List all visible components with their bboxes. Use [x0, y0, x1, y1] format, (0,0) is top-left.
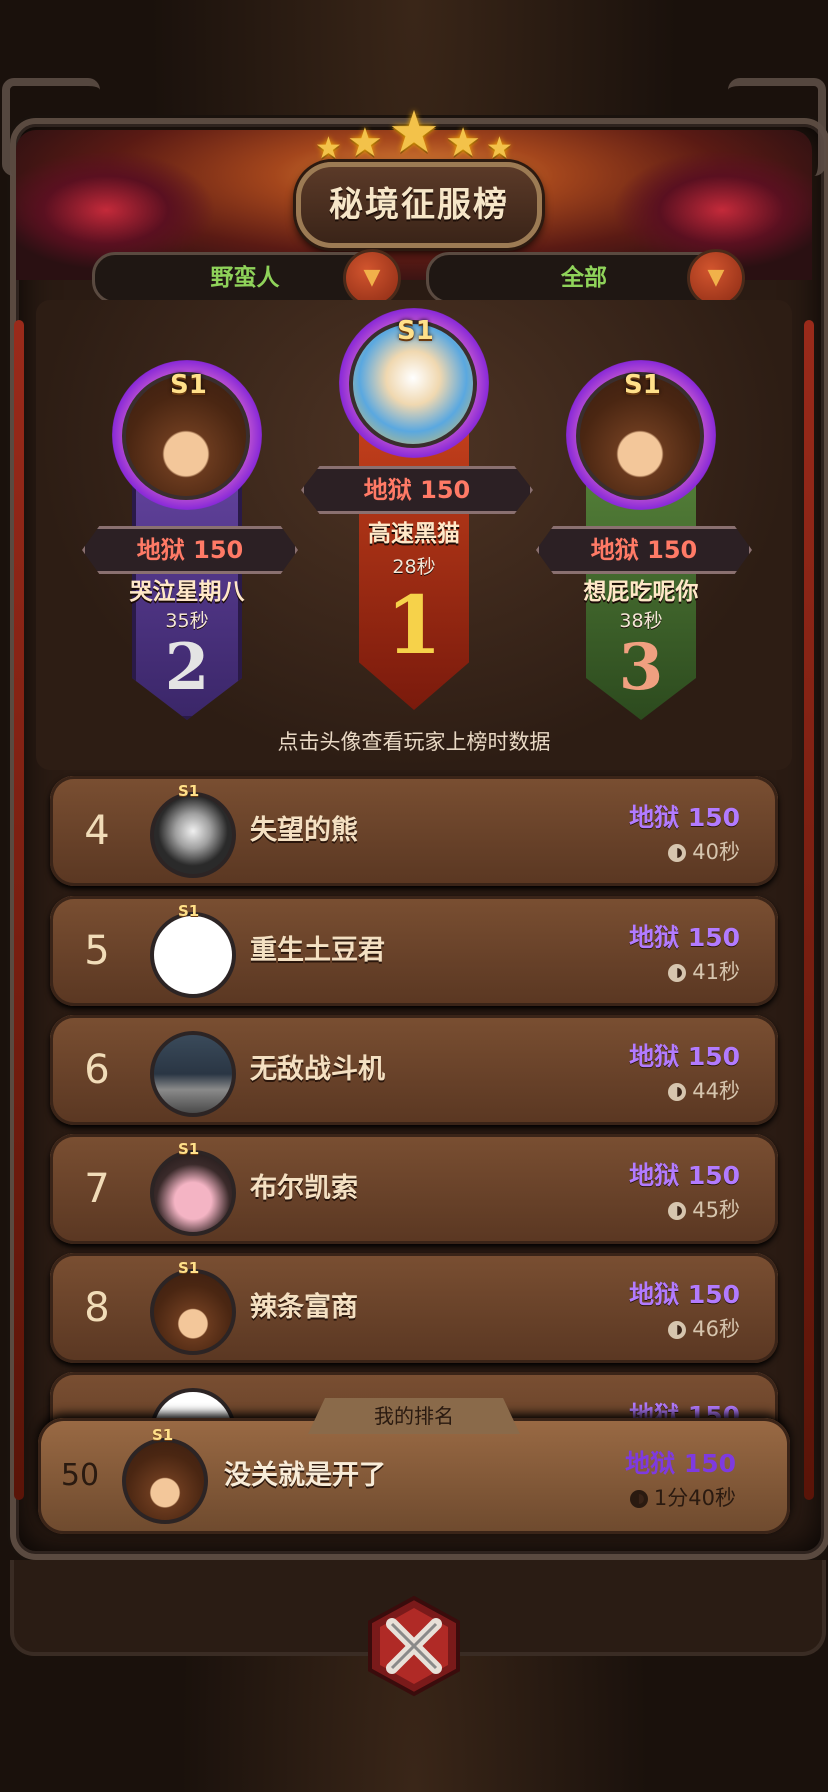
my-avatar[interactable] — [122, 1438, 208, 1524]
class-filter-label: 野蛮人 — [210, 265, 280, 291]
list-item[interactable]: 7 S1 布尔凯索 地狱 150 45秒 — [50, 1134, 778, 1244]
clock-icon — [668, 1083, 687, 1101]
star-icon: ★ — [315, 131, 342, 166]
stars-decoration: ★ ★ ★ ★ ★ — [0, 98, 828, 166]
cow-avatar[interactable] — [150, 1150, 236, 1236]
clock-icon — [629, 1490, 648, 1508]
player-name: 布尔凯索 — [250, 1173, 358, 1204]
season-badge: S1 — [178, 1259, 200, 1277]
star-icon: ★ — [388, 98, 440, 166]
player-name: 失望的熊 — [250, 815, 358, 846]
level-label: 地狱 150 — [629, 923, 740, 952]
clear-time: 45秒 — [668, 1194, 740, 1224]
my-rank-row[interactable]: 50 S1 没关就是开了 地狱 150 1分40秒 — [38, 1418, 790, 1534]
close-button[interactable] — [362, 1594, 466, 1698]
season-badge: S1 — [178, 1140, 200, 1158]
clock-icon — [668, 1202, 687, 1220]
list-item[interactable]: 5 S1 重生土豆君 地狱 150 41秒 — [50, 896, 778, 1006]
player-name: 哭泣星期八 — [129, 579, 245, 605]
level-label: 地狱 150 — [629, 1280, 740, 1309]
class-filter-dropdown[interactable]: 野蛮人 ▼ — [92, 249, 401, 307]
level-plate: 地狱 150 — [536, 526, 752, 574]
level-label: 地狱 150 — [625, 1449, 736, 1478]
rank-number: 2 — [164, 630, 210, 705]
close-icon — [368, 1595, 460, 1697]
rank-number: 3 — [618, 630, 664, 705]
scope-filter-dropdown[interactable]: 全部 ▼ — [426, 249, 745, 307]
clear-time: 44秒 — [668, 1075, 740, 1105]
clear-time: 46秒 — [668, 1313, 740, 1343]
player-name: 高速黑猫 — [368, 521, 460, 547]
bear-avatar[interactable] — [150, 1269, 236, 1355]
star-icon: ★ — [486, 131, 513, 166]
laptop-avatar[interactable] — [150, 1031, 236, 1117]
rank-number: 1 — [386, 578, 442, 672]
scope-filter-label: 全部 — [561, 265, 607, 291]
my-rank-label: 我的排名 — [308, 1398, 520, 1434]
clear-time: 1分40秒 — [629, 1482, 736, 1512]
season-badge: S1 — [170, 370, 207, 400]
dark-warrior-avatar[interactable] — [150, 792, 236, 878]
podium-first: S1 地狱 150 高速黑猫 28秒 1 — [301, 300, 533, 710]
list-item[interactable]: 6 无敌战斗机 地狱 150 44秒 — [50, 1015, 778, 1125]
clock-icon — [668, 844, 687, 862]
clock-icon — [668, 964, 687, 982]
clear-time: 28秒 — [392, 556, 436, 578]
player-name: 无敌战斗机 — [250, 1054, 385, 1085]
season-badge: S1 — [152, 1426, 174, 1444]
podium-second: S1 地狱 150 哭泣星期八 35秒 2 — [82, 360, 298, 720]
rank-number: 5 — [84, 928, 110, 974]
level-label: 地狱 150 — [629, 803, 740, 832]
player-name: 辣条富商 — [250, 1292, 358, 1323]
level-label: 地狱 150 — [629, 1042, 740, 1071]
season-badge: S1 — [178, 902, 200, 920]
player-name: 想屁吃呢你 — [583, 579, 699, 605]
clear-time: 41秒 — [668, 956, 740, 986]
level-label: 地狱 150 — [629, 1161, 740, 1190]
podium-third: S1 地狱 150 想屁吃呢你 38秒 3 — [536, 360, 752, 720]
blank-avatar[interactable] — [150, 912, 236, 998]
list-item[interactable]: 4 S1 失望的熊 地狱 150 40秒 — [50, 776, 778, 886]
rank-number: 7 — [84, 1166, 110, 1212]
star-icon: ★ — [347, 120, 383, 166]
my-rank-number: 50 — [60, 1458, 100, 1493]
chevron-down-icon[interactable]: ▼ — [343, 249, 401, 307]
clock-icon — [668, 1321, 687, 1339]
rank-number: 8 — [84, 1285, 110, 1331]
list-item[interactable]: 8 S1 辣条富商 地狱 150 46秒 — [50, 1253, 778, 1363]
chevron-down-icon[interactable]: ▼ — [687, 249, 745, 307]
clear-time: 35秒 — [165, 610, 209, 632]
season-badge: S1 — [624, 370, 661, 400]
level-plate: 地狱 150 — [82, 526, 298, 574]
star-icon: ★ — [445, 120, 481, 166]
season-badge: S1 — [397, 316, 434, 346]
rank-number: 4 — [84, 808, 110, 854]
right-rail — [804, 320, 814, 1500]
left-rail — [14, 320, 24, 1500]
rank-number: 6 — [84, 1047, 110, 1093]
player-name: 重生土豆君 — [250, 935, 385, 966]
level-plate: 地狱 150 — [301, 466, 533, 514]
clear-time: 40秒 — [668, 836, 740, 866]
season-badge: S1 — [178, 782, 200, 800]
hint-text: 点击头像查看玩家上榜时数据 — [277, 730, 551, 754]
my-player-name: 没关就是开了 — [224, 1460, 386, 1491]
page-title: 秘境征服榜 — [296, 162, 542, 248]
clear-time: 38秒 — [619, 610, 663, 632]
